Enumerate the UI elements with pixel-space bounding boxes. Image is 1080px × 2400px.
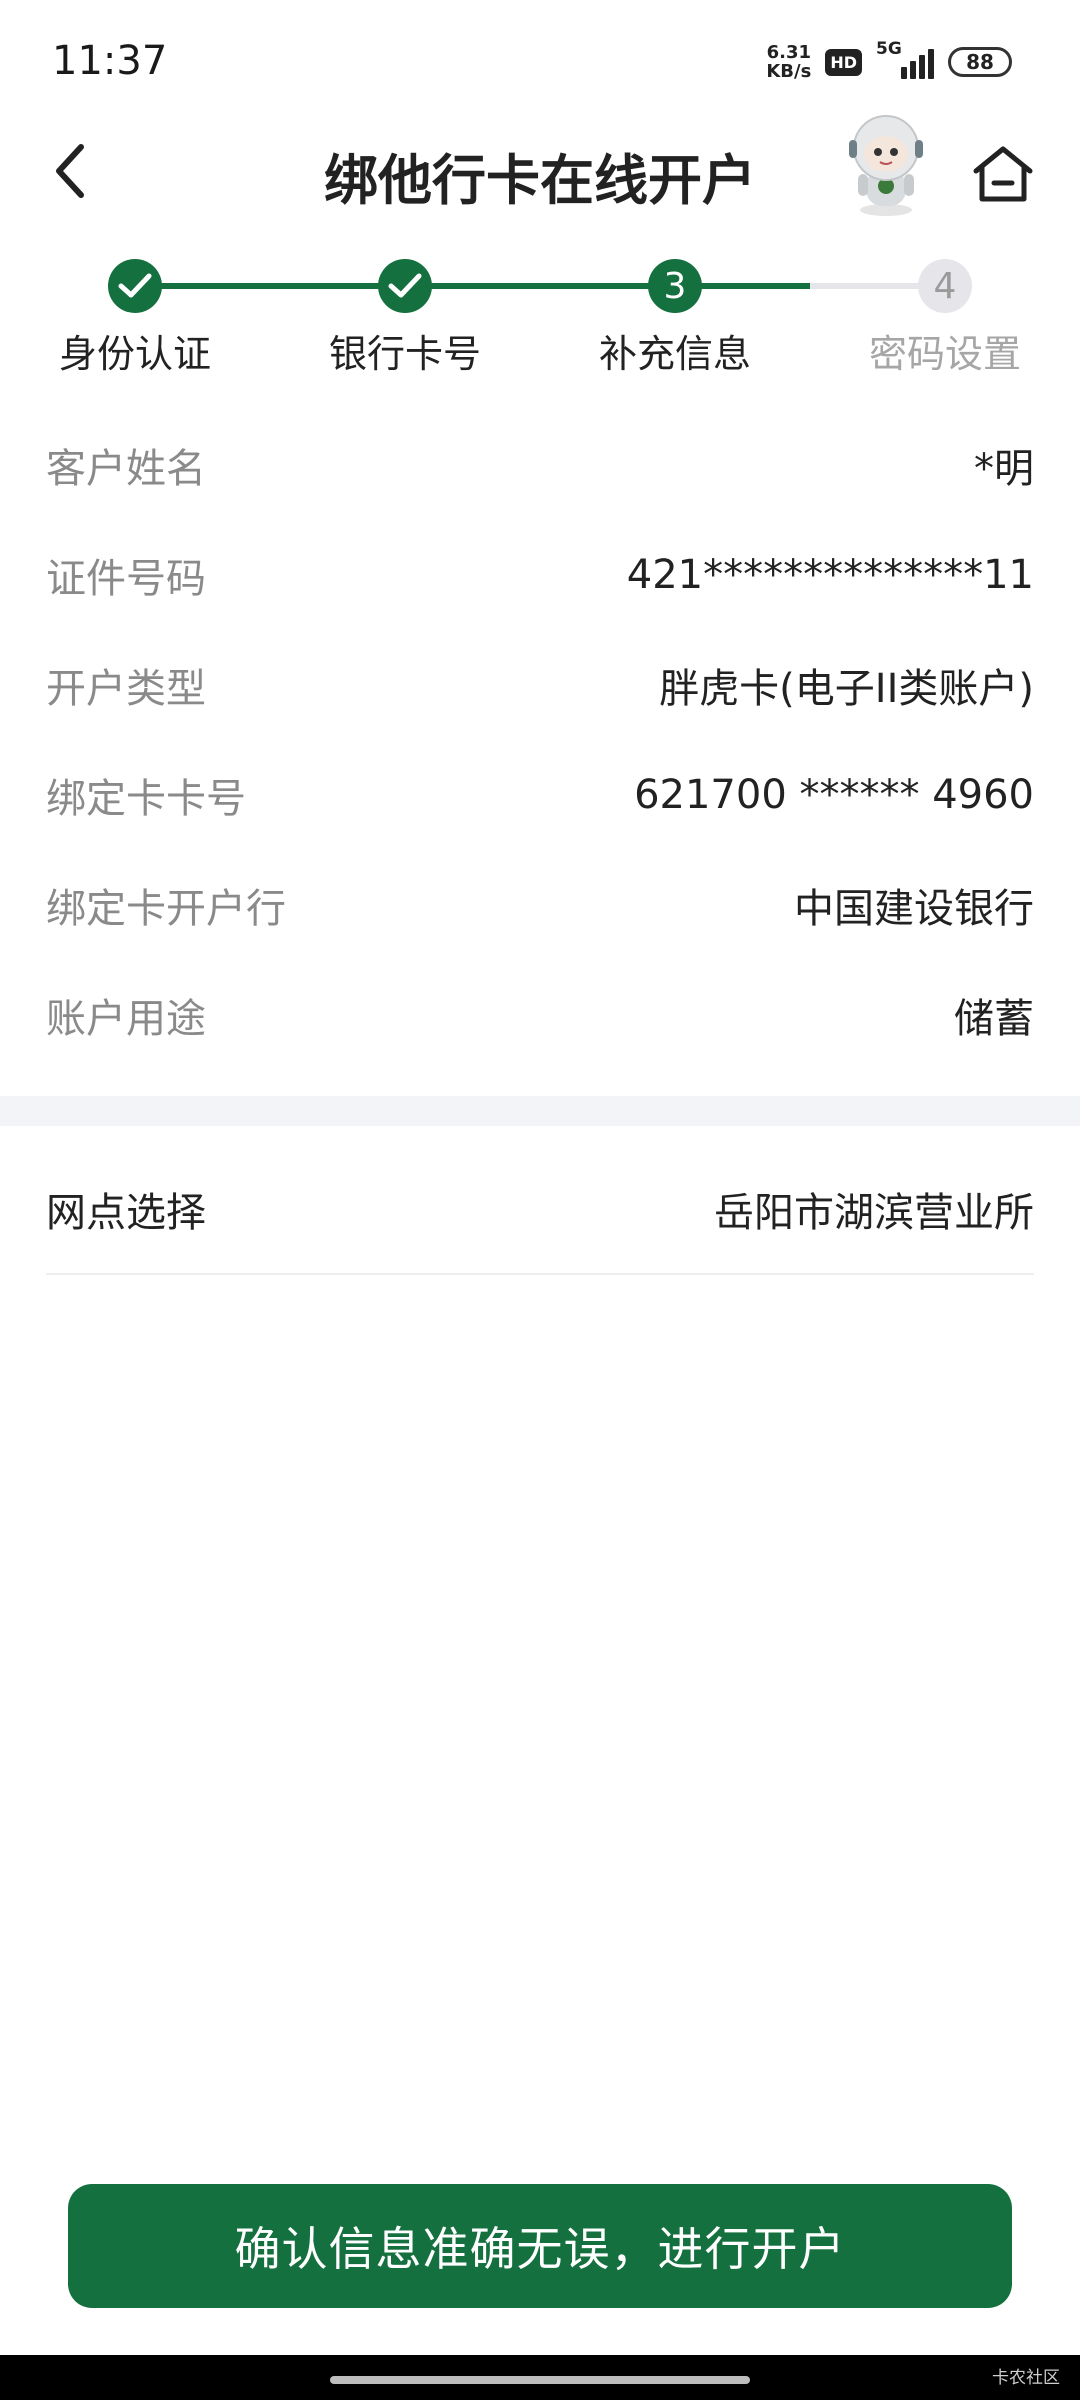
info-row-customer-name: 客户姓名 *明 <box>46 410 1034 520</box>
info-label: 证件号码 <box>46 556 206 602</box>
info-row-account-type: 开户类型 胖虎卡(电子II类账户) <box>46 630 1034 740</box>
info-value: 储蓄 <box>954 996 1034 1042</box>
watermark: 卡农社区 <box>992 2368 1060 2388</box>
info-value: 421**************11 <box>626 552 1034 598</box>
branch-select-row[interactable]: 网点选择 岳阳市湖滨营业所 <box>46 1145 1034 1275</box>
network-speed-unit: KB/s <box>766 61 812 82</box>
status-time: 11:37 <box>52 38 168 84</box>
battery-icon: 88 <box>948 47 1012 77</box>
header: 绑他行卡在线开户 <box>0 110 1080 230</box>
info-label: 绑定卡开户行 <box>46 886 286 932</box>
info-row-id-number: 证件号码 421**************11 <box>46 520 1034 630</box>
network-type: 5G <box>876 39 902 59</box>
info-label: 客户姓名 <box>46 446 206 492</box>
signal-icon: 5G <box>876 39 934 79</box>
info-label: 绑定卡卡号 <box>46 776 246 822</box>
step-label: 密码设置 <box>868 332 1021 376</box>
account-info-list: 客户姓名 *明 证件号码 421**************11 开户类型 胖虎… <box>46 410 1034 1070</box>
network-speed-value: 6.31 <box>766 42 812 63</box>
info-label: 账户用途 <box>46 996 206 1042</box>
home-button[interactable] <box>968 140 1038 210</box>
info-row-account-purpose: 账户用途 储蓄 <box>46 960 1034 1070</box>
info-value: 胖虎卡(电子II类账户) <box>659 666 1034 712</box>
confirm-open-account-button[interactable]: 确认信息准确无误，进行开户 <box>68 2184 1012 2308</box>
home-indicator[interactable] <box>330 2376 750 2384</box>
check-icon <box>378 259 432 313</box>
system-navigation-bar: 卡农社区 <box>0 2355 1080 2400</box>
info-value: 中国建设银行 <box>794 886 1034 932</box>
check-icon <box>108 259 162 313</box>
step-label: 身份认证 <box>58 332 211 376</box>
step-supplement-info: 3 补充信息 <box>575 255 775 378</box>
branch-value: 岳阳市湖滨营业所 <box>714 1190 1034 1236</box>
status-bar: 11:37 6.31 KB/s HD 5G 88 <box>0 0 1080 120</box>
step-number: 3 <box>648 259 702 313</box>
robot-assistant-icon[interactable] <box>836 110 936 220</box>
branch-label: 网点选择 <box>46 1190 206 1236</box>
network-speed: 6.31 KB/s <box>766 43 811 81</box>
info-row-bound-card-number: 绑定卡卡号 621700 ****** 4960 <box>46 740 1034 850</box>
info-label: 开户类型 <box>46 666 206 712</box>
section-divider <box>0 1096 1080 1126</box>
info-row-bound-card-bank: 绑定卡开户行 中国建设银行 <box>46 850 1034 960</box>
progress-stepper: 身份认证 银行卡号 3 补充信息 4 密码设置 <box>0 255 1080 378</box>
step-label: 银行卡号 <box>328 332 481 376</box>
step-number: 4 <box>918 259 972 313</box>
step-card-number: 银行卡号 <box>305 255 505 378</box>
info-value: *明 <box>974 446 1034 492</box>
step-password: 4 密码设置 <box>845 255 1045 378</box>
step-label: 补充信息 <box>598 332 751 376</box>
home-icon <box>973 146 1033 202</box>
step-identity: 身份认证 <box>35 255 235 378</box>
hd-icon: HD <box>825 48 862 76</box>
info-value: 621700 ****** 4960 <box>634 772 1034 818</box>
status-icons: 6.31 KB/s HD 5G 88 <box>766 39 1012 84</box>
